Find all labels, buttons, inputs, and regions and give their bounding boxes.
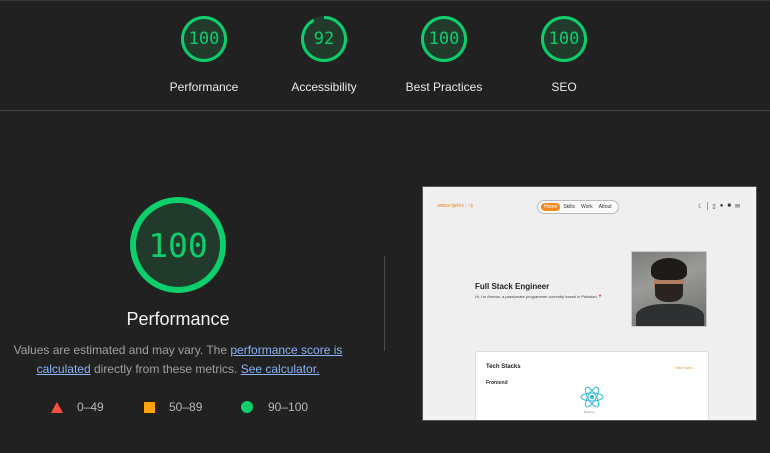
big-score-value: 100 (148, 225, 208, 265)
score-ring-seo: 100 (541, 16, 587, 62)
photo-hair (651, 258, 687, 280)
gauge-performance[interactable]: 100 Performance (149, 16, 259, 94)
desc-text: directly from these metrics. (90, 362, 241, 376)
profile-photo (631, 251, 707, 327)
top-divider (0, 0, 770, 1)
site-nav-icons: ☾ ▯ ● ■ ✉ (698, 202, 740, 210)
legend-average: 50–89 (144, 400, 202, 414)
performance-big-gauge: 100 (130, 197, 226, 293)
github-icon: ● (719, 203, 724, 209)
score-ring-performance: 100 (181, 16, 227, 62)
tech-stacks-card: Tech Stacks See more... Frontend React.j… (475, 351, 709, 420)
score-ring-accessibility: 92 (301, 16, 347, 62)
nav-separator (707, 202, 709, 210)
circle-icon (241, 401, 253, 413)
desc-text: Values are estimated and may vary. The (13, 343, 231, 357)
gauge-label: Accessibility (291, 80, 357, 94)
gauge-best-practices[interactable]: 100 Best Practices (389, 16, 499, 94)
performance-title: Performance (126, 309, 230, 329)
triangle-icon (51, 401, 63, 413)
react-label: React.js (584, 410, 595, 414)
nav-item-skills: Skills (563, 204, 576, 210)
performance-description: Values are estimated and may vary. The p… (8, 341, 348, 379)
gauge-label: Performance (169, 80, 239, 94)
score-ring-best-practices: 100 (421, 16, 467, 62)
gauge-accessibility[interactable]: 92 Accessibility (269, 16, 379, 94)
score-value: 100 (548, 29, 580, 49)
screenshot-page: ammar@dev:~$ Home Skills Work About ☾ ▯ … (427, 191, 752, 420)
nav-item-work: Work (581, 204, 593, 210)
photo-body (636, 304, 704, 326)
score-value: 92 (313, 29, 335, 49)
legend-label: 90–100 (268, 400, 309, 414)
hero-title: Full Stack Engineer (475, 282, 550, 291)
legend-fail: 0–49 (51, 400, 104, 414)
category-scores-bar: 100 Performance 92 Accessibility 100 Bes… (0, 0, 770, 111)
site-brand: ammar@dev:~$ (437, 203, 474, 209)
score-value: 100 (188, 29, 220, 49)
see-calculator-link[interactable]: See calculator. (241, 362, 320, 376)
hero-subtitle-text: Hi, I'm Ammar, a passionate programmer c… (475, 294, 597, 299)
mail-icon: ✉ (734, 203, 740, 210)
hero-subtitle: Hi, I'm Ammar, a passionate programmer c… (475, 294, 603, 299)
linkedin-icon: ■ (727, 203, 731, 209)
legend-label: 0–49 (77, 400, 104, 414)
photo-beard (655, 284, 683, 302)
vertical-divider (384, 256, 385, 351)
score-value: 100 (428, 29, 460, 49)
gauge-seo[interactable]: 100 SEO (509, 16, 619, 94)
gauge-label: SEO (551, 80, 577, 94)
gauge-label: Best Practices (405, 80, 483, 94)
moon-icon: ☾ (698, 203, 704, 210)
location-pin-icon: 📍 (597, 294, 603, 299)
document-icon: ▯ (712, 203, 716, 210)
legend-label: 50–89 (169, 400, 203, 414)
react-icon (580, 386, 604, 408)
final-screenshot-thumbnail[interactable]: ammar@dev:~$ Home Skills Work About ☾ ▯ … (422, 186, 757, 421)
card-title: Tech Stacks (486, 364, 521, 370)
card-section-frontend: Frontend (486, 380, 508, 386)
nav-item-about: About (598, 204, 612, 210)
square-icon (144, 401, 155, 413)
nav-item-home: Home (541, 203, 561, 211)
site-nav: Home Skills Work About (537, 200, 619, 214)
card-see-more: See more... (675, 365, 696, 370)
legend-pass: 90–100 (241, 400, 308, 414)
